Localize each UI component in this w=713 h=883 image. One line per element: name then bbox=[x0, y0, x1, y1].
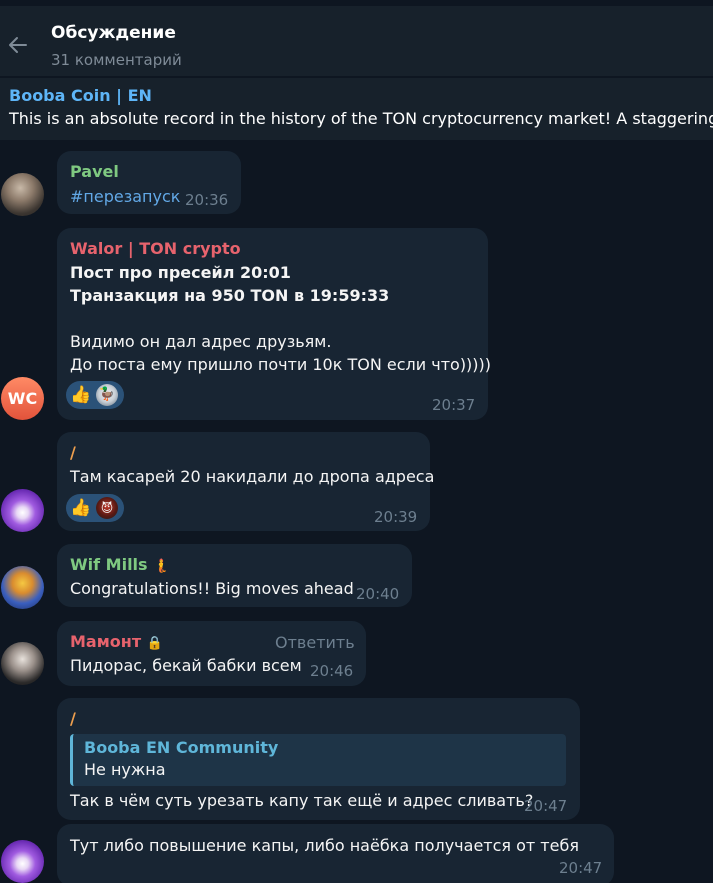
message-bubble[interactable]: Мамонт 🔒 Ответить Пидорас, бекай бабки в… bbox=[57, 621, 366, 686]
message-time: 20:37 bbox=[432, 396, 476, 414]
avatar[interactable] bbox=[1, 840, 44, 883]
message-bubble[interactable]: Wif Mills 🧜 Congratulations!! Big moves … bbox=[57, 544, 412, 607]
message-author[interactable]: Wif Mills 🧜 bbox=[70, 555, 169, 574]
message-text: Congratulations!! Big moves ahead bbox=[70, 579, 354, 598]
avatar[interactable]: WC bbox=[1, 377, 44, 420]
lock-badge-icon: 🔒 bbox=[146, 636, 163, 651]
message-bubble[interactable]: Walor | TON crypto Пост про пресейл 20:0… bbox=[57, 228, 492, 420]
message-author[interactable]: Walor | TON crypto bbox=[70, 239, 241, 258]
message-bubble[interactable]: Pavel #перезапуск 20:36 bbox=[57, 151, 241, 214]
message-author[interactable]: Мамонт 🔒 bbox=[70, 632, 163, 651]
thumbs-up-icon[interactable]: 👍 bbox=[70, 384, 92, 406]
message-bubble[interactable]: Тут либо повышение капы, либо наёбка пол… bbox=[57, 824, 614, 883]
reactions[interactable]: 👍 🦆 bbox=[66, 381, 124, 409]
devil-emoji-icon[interactable]: 😈 bbox=[96, 497, 118, 519]
message-text: Тут либо повышение капы, либо наёбка пол… bbox=[70, 836, 579, 855]
channel-name: Booba Coin | EN bbox=[9, 86, 152, 105]
page-title: Обсуждение bbox=[51, 23, 176, 43]
avatar[interactable] bbox=[1, 173, 44, 216]
message-text-line: Транзакция на 950 TON в 19:59:33 bbox=[70, 286, 390, 305]
reply-button[interactable]: Ответить bbox=[275, 633, 355, 652]
message-bubble[interactable]: / Booba EN Community Не нужна Так в чём … bbox=[57, 698, 580, 820]
quoted-reply[interactable]: Booba EN Community Не нужна bbox=[70, 734, 566, 786]
message-time: 20:47 bbox=[524, 797, 568, 815]
message-text: Пидорас, бекай бабки всем bbox=[70, 656, 302, 675]
message-author[interactable]: / bbox=[70, 709, 76, 728]
duck-sticker-icon[interactable]: 🦆 bbox=[96, 384, 118, 406]
original-post-preview[interactable]: Booba Coin | EN This is an absolute reco… bbox=[0, 78, 713, 140]
message-time: 20:36 bbox=[185, 191, 229, 209]
message-text-line: До поста ему пришло почти 10к TON если ч… bbox=[70, 355, 492, 374]
message-text: Там касарей 20 накидали до дропа адреса bbox=[70, 467, 435, 486]
author-name: Wif Mills bbox=[70, 555, 148, 574]
message-time: 20:46 bbox=[310, 662, 354, 680]
avatar[interactable] bbox=[1, 642, 44, 685]
post-text: This is an absolute record in the histor… bbox=[9, 109, 713, 128]
avatar-initials: WC bbox=[7, 389, 38, 408]
message-text-line: Видимо он дал адрес друзьям. bbox=[70, 332, 332, 351]
message-text: Так в чём суть урезать капу так ещё и ад… bbox=[70, 791, 534, 810]
message-time: 20:39 bbox=[374, 508, 418, 526]
message-author[interactable]: Pavel bbox=[70, 162, 119, 181]
back-arrow-icon[interactable] bbox=[6, 33, 30, 57]
message-time: 20:47 bbox=[559, 859, 603, 877]
comment-count: 31 комментарий bbox=[51, 51, 182, 69]
premium-badge-icon: 🧜 bbox=[153, 559, 170, 574]
message-text-line: Пост про пресейл 20:01 bbox=[70, 263, 291, 282]
message-time: 20:40 bbox=[356, 585, 400, 603]
hashtag-link[interactable]: #перезапуск bbox=[70, 185, 180, 208]
quoted-author: Booba EN Community bbox=[84, 738, 279, 757]
chat-header: Обсуждение 31 комментарий bbox=[0, 0, 713, 76]
message-bubble[interactable]: / Там касарей 20 накидали до дропа адрес… bbox=[57, 432, 434, 531]
avatar[interactable] bbox=[1, 489, 44, 532]
author-name: Мамонт bbox=[70, 632, 142, 651]
avatar[interactable] bbox=[1, 566, 44, 609]
thumbs-up-icon[interactable]: 👍 bbox=[70, 497, 92, 519]
reactions[interactable]: 👍 😈 bbox=[66, 494, 124, 522]
quoted-text: Не нужна bbox=[84, 760, 166, 779]
message-author[interactable]: / bbox=[70, 443, 76, 462]
